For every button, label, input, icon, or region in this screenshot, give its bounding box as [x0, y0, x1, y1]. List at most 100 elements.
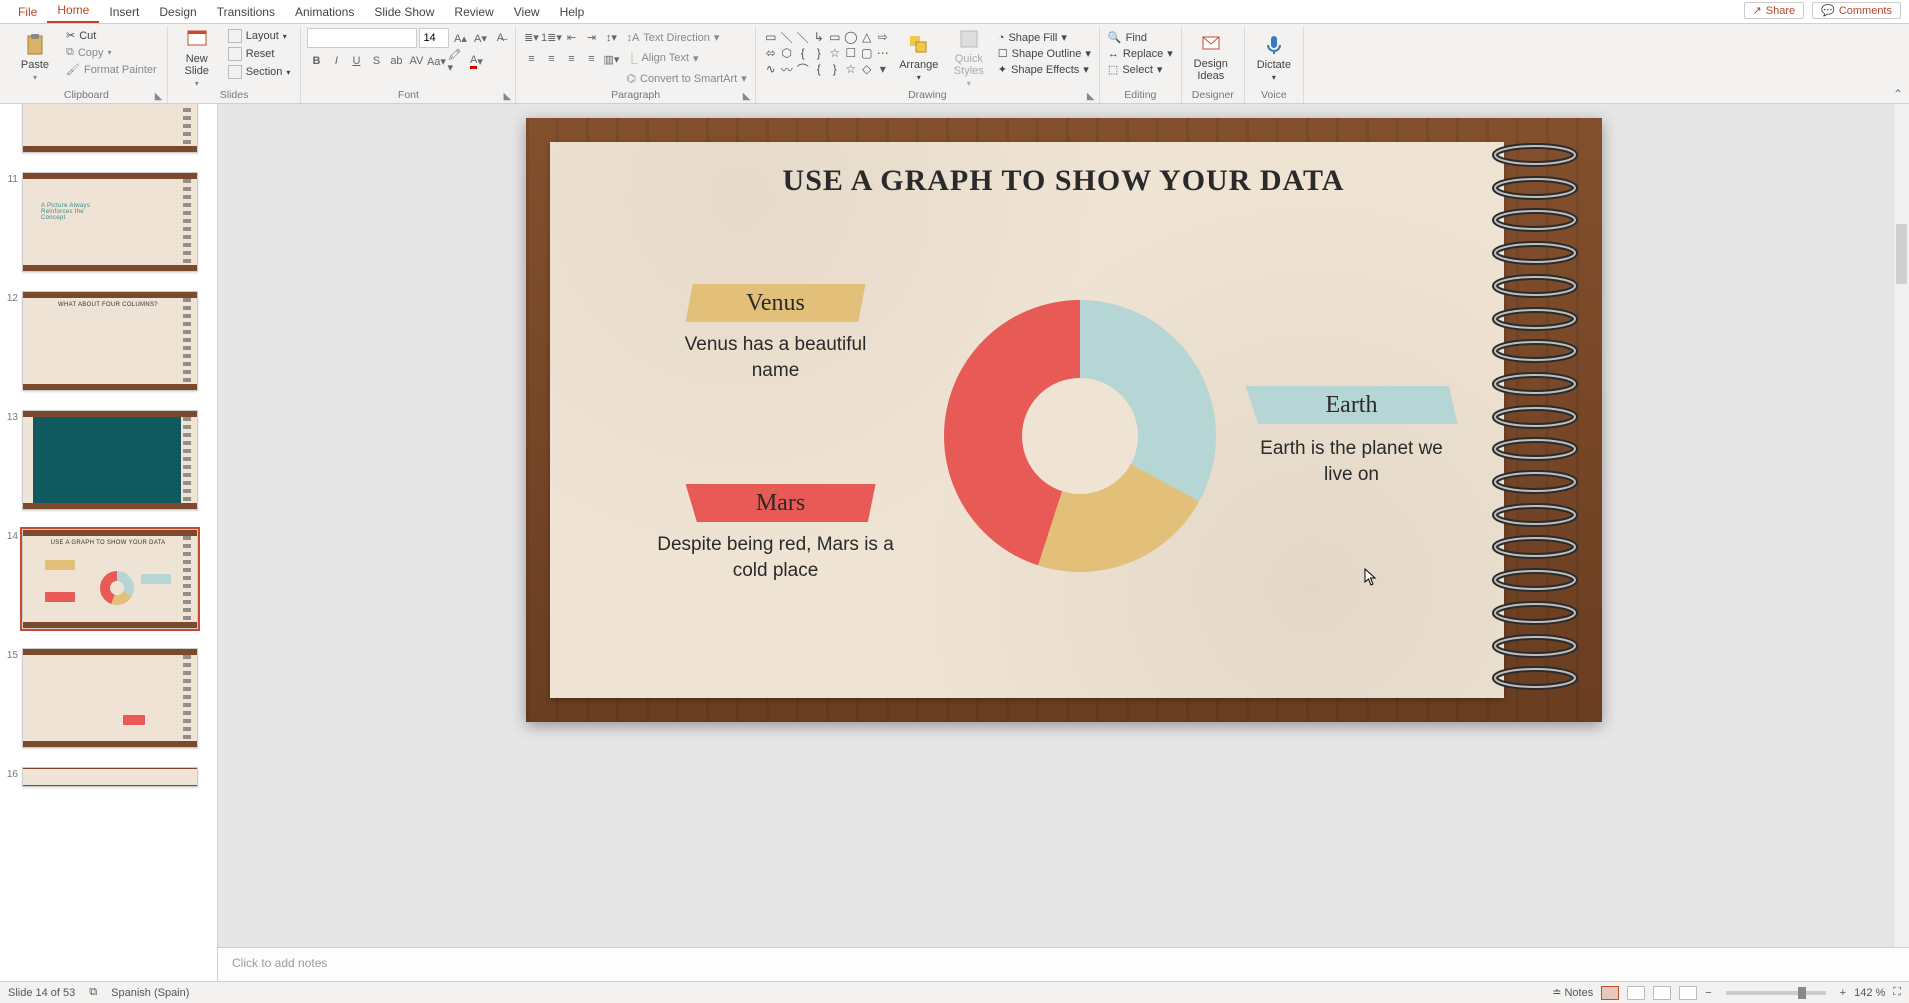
design-ideas-button[interactable]: Design Ideas: [1188, 28, 1234, 86]
section-button[interactable]: Section ▾: [224, 64, 295, 80]
mars-tape[interactable]: Mars: [686, 484, 876, 522]
shape-expand-icon[interactable]: ▾: [876, 62, 890, 76]
status-a11y-icon[interactable]: ⧉: [89, 986, 97, 999]
earth-tape[interactable]: Earth: [1246, 386, 1458, 424]
tab-design[interactable]: Design: [149, 1, 206, 23]
replace-button[interactable]: ↔Replace ▾: [1106, 46, 1175, 61]
zoom-value[interactable]: 142 %: [1854, 987, 1885, 999]
tab-insert[interactable]: Insert: [99, 1, 149, 23]
tab-transitions[interactable]: Transitions: [207, 1, 285, 23]
mars-desc[interactable]: Despite being red, Mars is a cold place: [656, 532, 896, 583]
shape-outline-button[interactable]: ☐ Shape Outline ▾: [996, 46, 1093, 61]
thumb-10-partial[interactable]: [0, 104, 215, 169]
notes-pane[interactable]: Click to add notes: [218, 947, 1909, 981]
tab-animations[interactable]: Animations: [285, 1, 364, 23]
tab-home[interactable]: Home: [47, 0, 99, 23]
arrange-button[interactable]: Arrange ▾: [896, 28, 942, 86]
change-case-button[interactable]: Aa▾: [427, 52, 445, 70]
zoom-slider-handle[interactable]: [1798, 987, 1806, 999]
thumb-16[interactable]: 16: [0, 764, 215, 787]
tab-view[interactable]: View: [504, 1, 550, 23]
layout-button[interactable]: Layout ▾: [224, 28, 295, 44]
status-language[interactable]: Spanish (Spain): [111, 987, 189, 999]
slide[interactable]: USE A GRAPH TO SHOW YOUR DATA Venus Venu…: [526, 118, 1602, 722]
editor-vscroll[interactable]: [1893, 104, 1909, 947]
select-button[interactable]: ⬚Select ▾: [1106, 62, 1175, 77]
bullets-button[interactable]: ≣▾: [522, 28, 540, 46]
ribbon-collapse-button[interactable]: ⌃: [1893, 87, 1903, 101]
text-direction-button[interactable]: ↕A Text Direction ▾: [624, 30, 748, 45]
shape-fill-button[interactable]: ◔ Shape Fill ▾: [996, 30, 1093, 45]
tab-slideshow[interactable]: Slide Show: [364, 1, 444, 23]
decrease-indent-button[interactable]: ⇤: [562, 28, 580, 46]
align-left-button[interactable]: ≡: [522, 50, 540, 68]
font-color-button[interactable]: A▾: [467, 52, 485, 70]
align-right-button[interactable]: ≡: [562, 50, 580, 68]
status-notes-button[interactable]: ≐ Notes: [1552, 986, 1593, 999]
grow-font-button[interactable]: A▴: [451, 29, 469, 47]
numbering-button[interactable]: 1≣▾: [542, 28, 560, 46]
paste-button[interactable]: Paste ▾: [12, 28, 58, 86]
justify-button[interactable]: ≡: [582, 50, 600, 68]
font-size-input[interactable]: [419, 28, 449, 48]
align-text-button[interactable]: ⎿ Align Text ▾: [624, 49, 748, 67]
thumb-12[interactable]: 12 WHAT ABOUT FOUR COLUMNS?: [0, 288, 215, 407]
thumb-13[interactable]: 13: [0, 407, 215, 526]
font-dialog-launcher[interactable]: ◣: [503, 91, 513, 101]
fit-to-window-button[interactable]: ⛶: [1893, 986, 1901, 999]
slide-canvas[interactable]: USE A GRAPH TO SHOW YOUR DATA Venus Venu…: [218, 104, 1909, 947]
earth-desc[interactable]: Earth is the planet we live on: [1252, 436, 1452, 487]
shadow-button[interactable]: S: [367, 52, 385, 70]
tab-help[interactable]: Help: [550, 1, 595, 23]
quick-styles-button[interactable]: Quick Styles ▾: [946, 28, 992, 86]
tab-review[interactable]: Review: [444, 1, 503, 23]
share-button[interactable]: ↗ Share: [1744, 2, 1805, 19]
group-designer: Design Ideas Designer: [1182, 26, 1245, 103]
thumb-15[interactable]: 15: [0, 645, 215, 764]
thumb-11[interactable]: 11 A Picture Always Reinforces the Conce…: [0, 169, 215, 288]
clipboard-dialog-launcher[interactable]: ◣: [155, 91, 165, 101]
thumb-14[interactable]: 14 USE A GRAPH TO SHOW YOUR DATA: [0, 526, 215, 645]
slide-title[interactable]: USE A GRAPH TO SHOW YOUR DATA: [526, 164, 1602, 198]
underline-button[interactable]: U: [347, 52, 365, 70]
find-button[interactable]: 🔍Find: [1106, 30, 1175, 45]
zoom-in-button[interactable]: +: [1840, 987, 1846, 999]
slide-thumbnail-panel[interactable]: 11 A Picture Always Reinforces the Conce…: [0, 104, 218, 981]
view-reading-button[interactable]: [1653, 986, 1671, 1000]
columns-button[interactable]: ▥▾: [602, 50, 620, 68]
char-spacing-button[interactable]: AV: [407, 52, 425, 70]
venus-tape[interactable]: Venus: [686, 284, 866, 322]
strike-button[interactable]: ab: [387, 52, 405, 70]
paragraph-dialog-launcher[interactable]: ◣: [743, 91, 753, 101]
drawing-dialog-launcher[interactable]: ◣: [1087, 91, 1097, 101]
font-name-input[interactable]: [307, 28, 417, 48]
comments-button[interactable]: 💬 Comments: [1812, 2, 1901, 19]
dictate-button[interactable]: Dictate ▾: [1251, 28, 1297, 86]
shape-gallery[interactable]: ▭＼＼↳▭◯△⇨ ⬄⬡{}☆☐▢⋯ ∿〰⌒{}☆◇▾: [762, 28, 892, 78]
shape-effects-button[interactable]: ✦ Shape Effects ▾: [996, 62, 1093, 77]
view-sorter-button[interactable]: [1627, 986, 1645, 1000]
venus-desc[interactable]: Venus has a beautiful name: [676, 332, 876, 383]
zoom-out-button[interactable]: −: [1705, 987, 1711, 999]
donut-chart[interactable]: [944, 300, 1216, 572]
cut-button[interactable]: ✂ Cut: [62, 28, 161, 43]
view-slideshow-button[interactable]: [1679, 986, 1697, 1000]
format-painter-button[interactable]: 🖌 Format Painter: [62, 62, 161, 77]
copy-button[interactable]: ⧉ Copy ▾: [62, 45, 161, 60]
zoom-slider[interactable]: [1726, 991, 1826, 995]
highlight-button[interactable]: 🖍▾: [447, 52, 465, 70]
view-normal-button[interactable]: [1601, 986, 1619, 1000]
bold-button[interactable]: B: [307, 52, 325, 70]
italic-button[interactable]: I: [327, 52, 345, 70]
line-spacing-button[interactable]: ↕▾: [602, 28, 620, 46]
new-slide-button[interactable]: New Slide ▾: [174, 28, 220, 86]
clear-format-button[interactable]: A̶: [491, 29, 509, 47]
shrink-font-button[interactable]: A▾: [471, 29, 489, 47]
reset-button[interactable]: Reset: [224, 46, 295, 62]
align-center-button[interactable]: ≡: [542, 50, 560, 68]
editor-vscroll-thumb[interactable]: [1896, 224, 1907, 284]
increase-indent-button[interactable]: ⇥: [582, 28, 600, 46]
status-slide-of[interactable]: Slide 14 of 53: [8, 987, 75, 999]
convert-smartart-button[interactable]: ⌬ Convert to SmartArt ▾: [624, 71, 748, 86]
tab-file[interactable]: File: [8, 1, 47, 23]
